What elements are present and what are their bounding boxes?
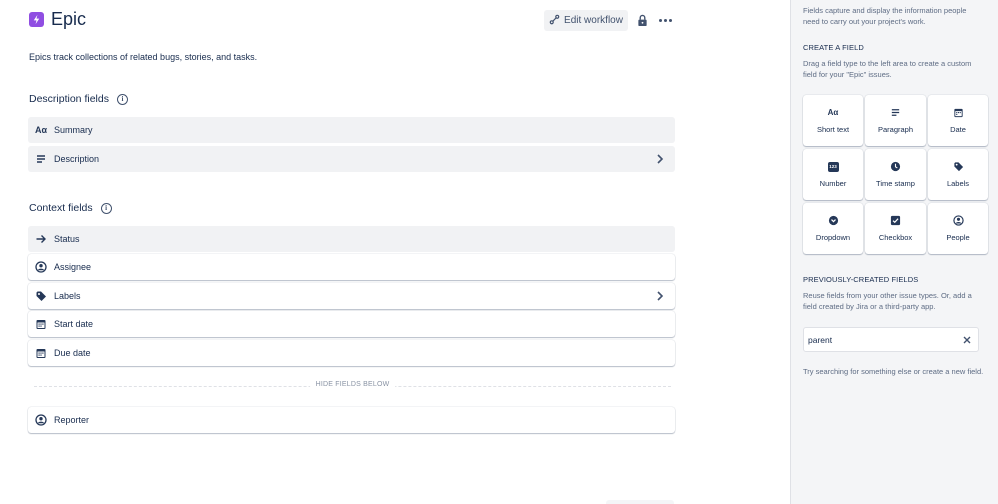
- field-label: Summary: [54, 125, 93, 135]
- calendar-icon: [35, 347, 47, 359]
- field-type-time-stamp[interactable]: Time stamp: [865, 149, 926, 200]
- workflow-icon: [549, 14, 560, 28]
- footer-button-stub[interactable]: [606, 500, 674, 504]
- calendar-icon: [35, 318, 47, 330]
- info-icon[interactable]: i: [100, 202, 112, 214]
- field-row-assignee[interactable]: Assignee: [28, 254, 675, 280]
- edit-workflow-label: Edit workflow: [564, 15, 623, 26]
- page-title: Epic: [51, 9, 87, 29]
- field-label: Due date: [54, 348, 91, 358]
- field-search-input[interactable]: [808, 334, 958, 345]
- calendar-icon: [953, 107, 964, 118]
- chevron-right-icon[interactable]: [655, 290, 665, 302]
- person-icon: [35, 261, 47, 273]
- number-icon: 123: [827, 161, 839, 172]
- field-type-grid: Aα Short text Paragraph Date 123 Number …: [803, 95, 989, 254]
- field-label: Start date: [54, 319, 94, 329]
- field-row-due-date[interactable]: Due date: [28, 340, 675, 366]
- dropdown-icon: [828, 215, 839, 226]
- context-fields-heading: Context fields i: [29, 202, 112, 214]
- field-search-box[interactable]: [803, 327, 979, 352]
- hide-fields-label: HIDE FIELDS BELOW: [309, 381, 396, 388]
- field-label: Labels: [54, 291, 81, 301]
- tag-icon: [35, 290, 47, 302]
- field-configuration-area: Epic Edit workflow Epics track collectio…: [0, 0, 790, 504]
- issue-type-description: Epics track collections of related bugs,…: [29, 52, 258, 62]
- field-row-summary[interactable]: Aα Summary: [28, 117, 675, 143]
- paragraph-icon: [35, 153, 47, 165]
- arrow-right-icon: [35, 233, 47, 245]
- lock-icon[interactable]: [634, 11, 650, 29]
- text-aa-icon: Aα: [34, 125, 48, 135]
- previously-created-text: Reuse fields from your other issue types…: [803, 291, 972, 311]
- tag-icon: [953, 161, 964, 172]
- paragraph-icon: [890, 107, 901, 118]
- clear-search-icon[interactable]: [962, 335, 972, 345]
- more-options-icon[interactable]: [656, 12, 674, 28]
- previously-created-heading: PREVIOUSLY-CREATED FIELDS: [803, 275, 919, 284]
- text-aa-icon: Aα: [827, 108, 839, 117]
- field-type-people[interactable]: People: [928, 203, 988, 254]
- description-fields-heading: Description fields i: [29, 93, 128, 105]
- field-row-start-date[interactable]: Start date: [28, 311, 675, 337]
- field-label: Assignee: [54, 262, 92, 272]
- info-icon[interactable]: i: [116, 93, 128, 105]
- field-label: Status: [54, 234, 80, 244]
- field-row-description[interactable]: Description: [28, 146, 675, 172]
- fields-side-panel: Fields capture and display the informati…: [790, 0, 998, 504]
- field-row-status[interactable]: Status: [28, 226, 675, 252]
- field-type-short-text[interactable]: Aα Short text: [803, 95, 863, 146]
- edit-workflow-button[interactable]: Edit workflow: [544, 10, 628, 31]
- create-field-text: Drag a field type to the left area to cr…: [803, 59, 972, 79]
- field-label: Reporter: [54, 415, 90, 425]
- hide-fields-divider[interactable]: HIDE FIELDS BELOW: [34, 381, 671, 392]
- search-empty-text: Try searching for something else or crea…: [803, 367, 984, 376]
- person-icon: [952, 215, 964, 226]
- field-label: Description: [54, 154, 100, 164]
- field-type-number[interactable]: 123 Number: [803, 149, 863, 200]
- create-field-heading: CREATE A FIELD: [803, 43, 864, 52]
- person-icon: [35, 414, 47, 426]
- field-row-reporter[interactable]: Reporter: [28, 407, 675, 433]
- field-type-paragraph[interactable]: Paragraph: [865, 95, 926, 146]
- field-type-labels[interactable]: Labels: [928, 149, 988, 200]
- clock-icon: [890, 161, 901, 172]
- field-type-checkbox[interactable]: Checkbox: [865, 203, 926, 254]
- panel-intro-text: Fields capture and display the informati…: [803, 6, 967, 26]
- field-type-dropdown[interactable]: Dropdown: [803, 203, 863, 254]
- field-row-labels[interactable]: Labels: [28, 283, 675, 309]
- epic-issue-type-icon: [29, 12, 44, 27]
- field-type-date[interactable]: Date: [928, 95, 988, 146]
- checkbox-icon: [890, 215, 901, 226]
- chevron-right-icon[interactable]: [655, 153, 665, 165]
